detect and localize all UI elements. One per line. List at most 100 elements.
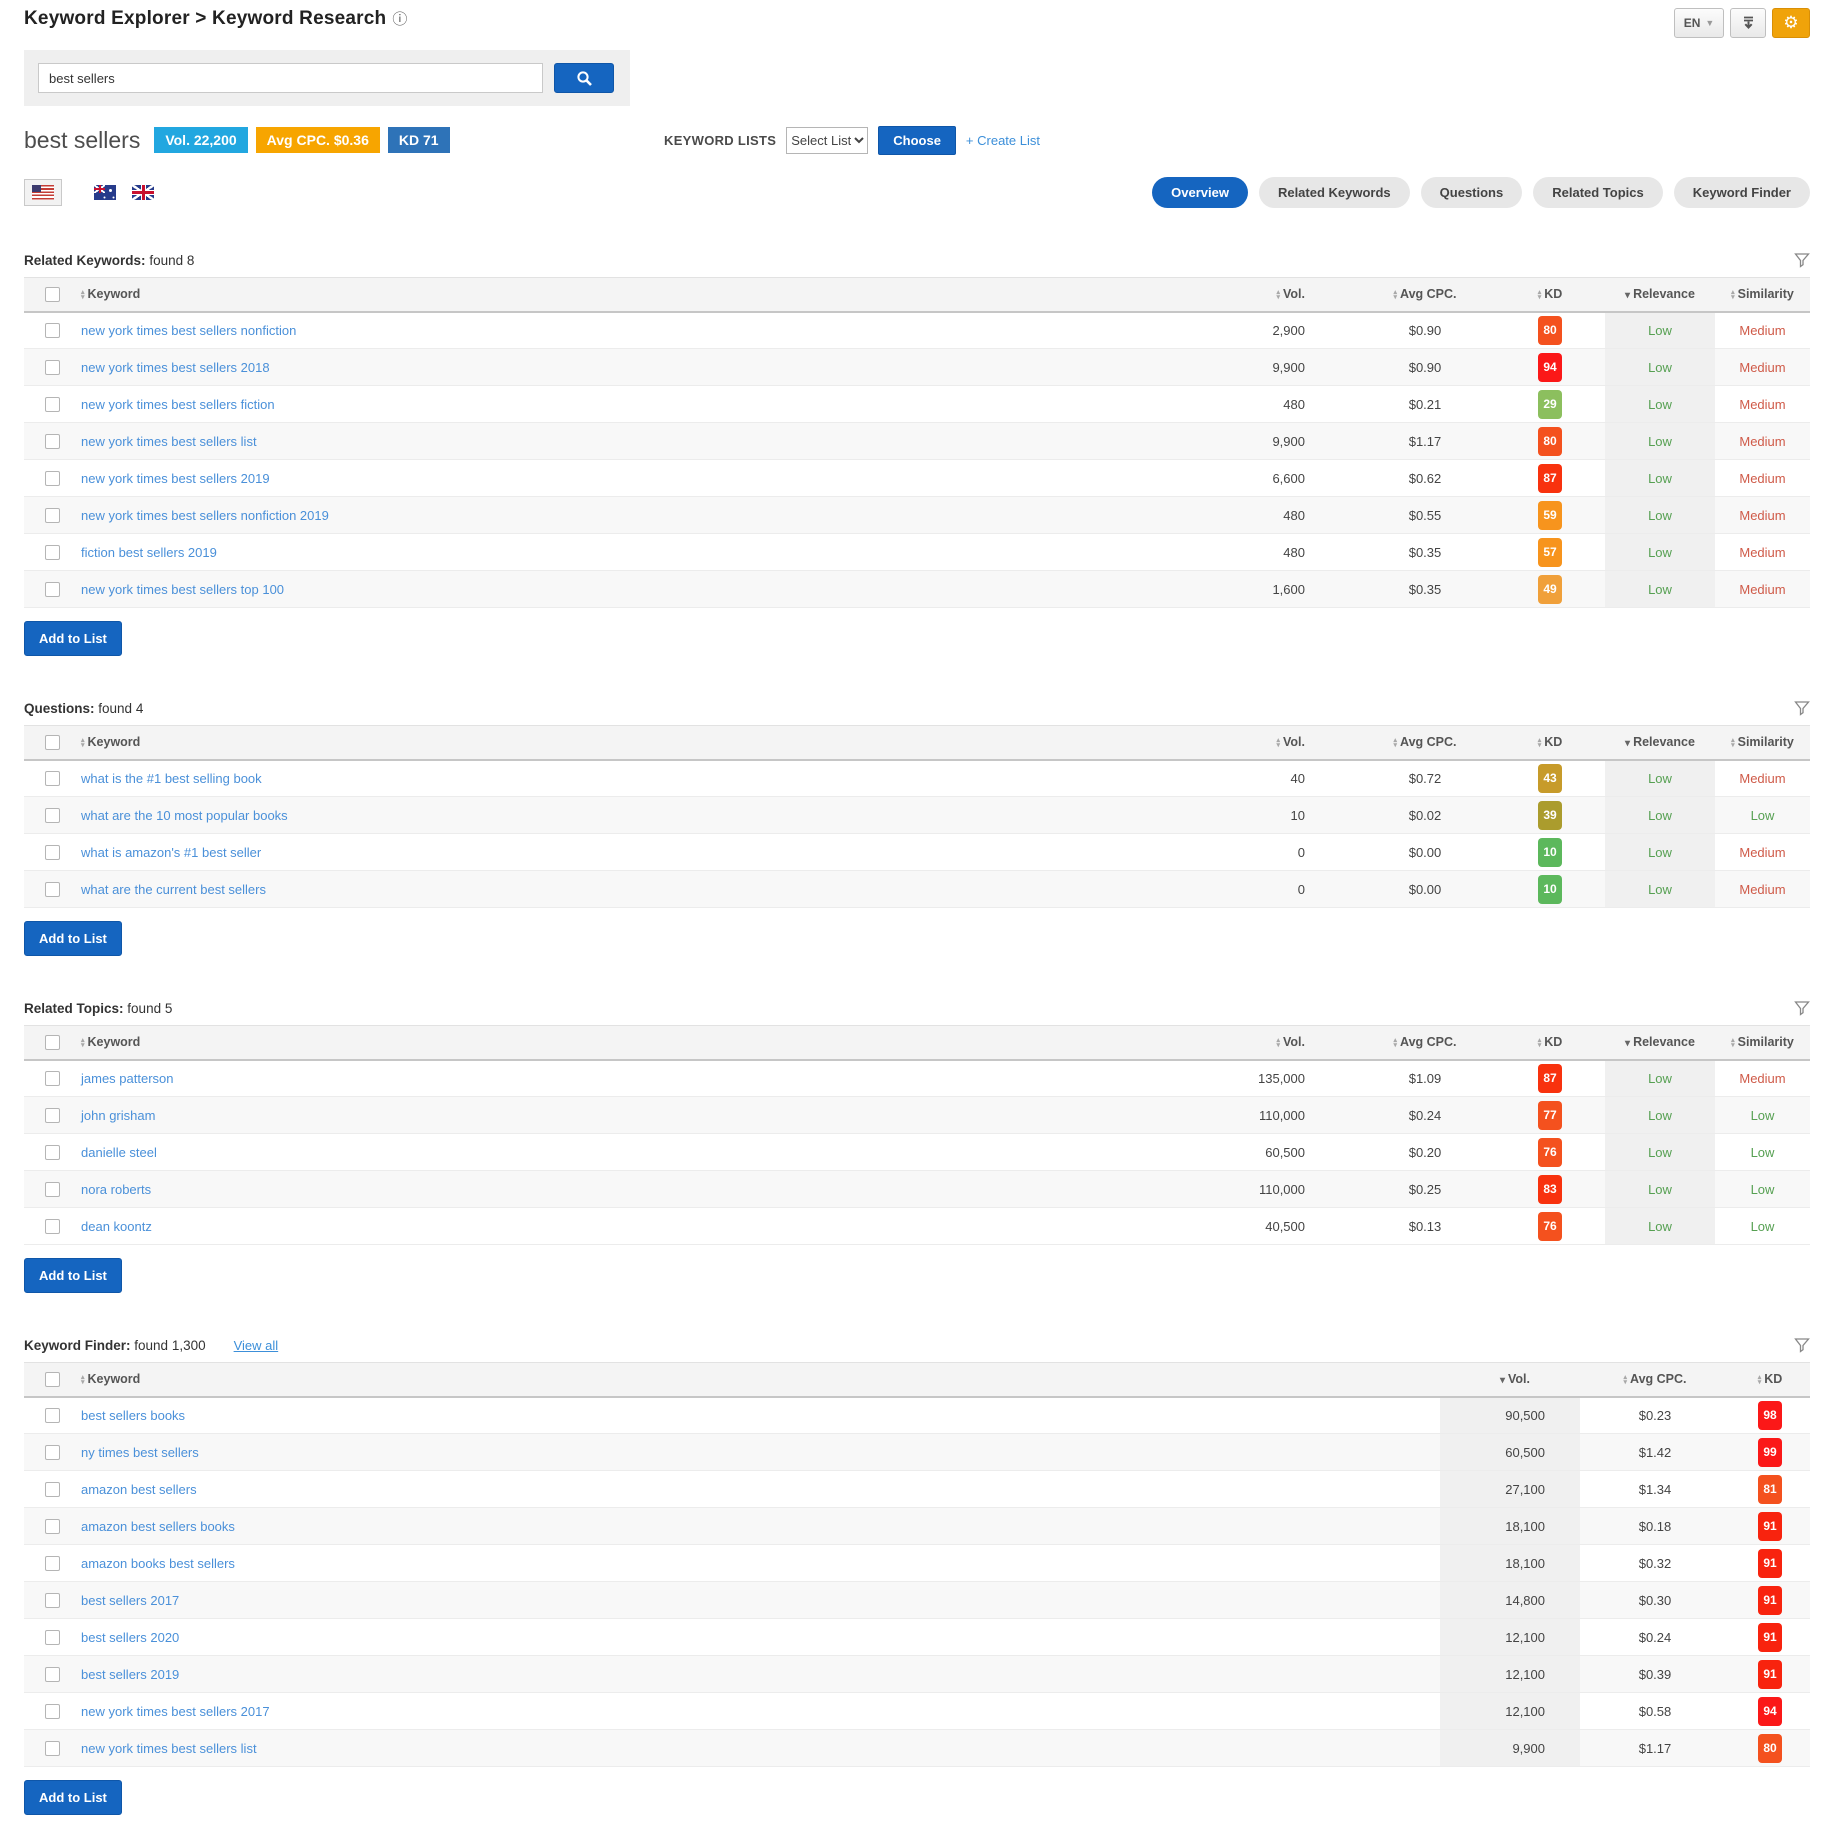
uk-flag-icon[interactable] [132,185,154,200]
language-dropdown[interactable]: EN ▼ [1674,8,1724,38]
keyword-link[interactable]: new york times best sellers 2017 [81,1704,270,1719]
row-checkbox[interactable] [45,1445,60,1460]
column-header-vol[interactable]: ▾Vol. [1440,1363,1580,1397]
column-header-relevance[interactable]: ▾Relevance [1605,278,1715,312]
keyword-link[interactable]: new york times best sellers list [81,1741,257,1756]
select-all-checkbox[interactable] [45,287,60,302]
row-checkbox[interactable] [45,1556,60,1571]
column-header-kd[interactable]: ▴▾KD [1730,1363,1810,1397]
column-header-kd[interactable]: ▴▾KD [1495,1026,1605,1060]
column-header-kd[interactable]: ▴▾KD [1495,278,1605,312]
settings-button[interactable]: ⚙ [1772,8,1810,38]
column-header-keyword[interactable]: ▴▾Keyword [80,1026,1175,1060]
row-checkbox[interactable] [45,582,60,597]
keyword-link[interactable]: john grisham [81,1108,155,1123]
filter-icon[interactable] [1794,252,1810,268]
add-to-list-button[interactable]: Add to List [24,621,122,656]
row-checkbox[interactable] [45,1704,60,1719]
row-checkbox[interactable] [45,1108,60,1123]
keyword-list-select[interactable]: Select List [786,127,868,154]
row-checkbox[interactable] [45,1071,60,1086]
select-all-checkbox[interactable] [45,735,60,750]
row-checkbox[interactable] [45,1593,60,1608]
keyword-link[interactable]: best sellers 2020 [81,1630,179,1645]
filter-icon[interactable] [1794,1337,1810,1353]
column-header-similarity[interactable]: ▴▾Similarity [1715,726,1810,760]
column-header-vol[interactable]: ▴▾Vol. [1175,278,1355,312]
column-header-avgcpc[interactable]: ▴▾Avg CPC. [1355,726,1495,760]
column-header-avgcpc[interactable]: ▴▾Avg CPC. [1355,1026,1495,1060]
column-header-keyword[interactable]: ▴▾Keyword [80,278,1175,312]
row-checkbox[interactable] [45,1182,60,1197]
keyword-link[interactable]: new york times best sellers nonfiction [81,323,296,338]
keyword-link[interactable]: new york times best sellers fiction [81,397,275,412]
row-checkbox[interactable] [45,545,60,560]
filter-icon[interactable] [1794,700,1810,716]
row-checkbox[interactable] [45,434,60,449]
keyword-link[interactable]: amazon best sellers [81,1482,197,1497]
column-header-avgcpc[interactable]: ▴▾Avg CPC. [1355,278,1495,312]
keyword-link[interactable]: james patterson [81,1071,174,1086]
add-to-list-button[interactable]: Add to List [24,1780,122,1815]
info-icon[interactable]: ⓘ [392,8,407,29]
column-header-similarity[interactable]: ▴▾Similarity [1715,278,1810,312]
search-button[interactable] [554,63,614,93]
keyword-link[interactable]: new york times best sellers list [81,434,257,449]
column-header-keyword[interactable]: ▴▾Keyword [80,726,1175,760]
row-checkbox[interactable] [45,1219,60,1234]
row-checkbox[interactable] [45,845,60,860]
row-checkbox[interactable] [45,882,60,897]
keyword-link[interactable]: what are the current best sellers [81,882,266,897]
row-checkbox[interactable] [45,1519,60,1534]
tab-overview[interactable]: Overview [1152,177,1248,208]
column-header-vol[interactable]: ▴▾Vol. [1175,726,1355,760]
keyword-link[interactable]: new york times best sellers 2019 [81,471,270,486]
row-checkbox[interactable] [45,1741,60,1756]
keyword-link[interactable]: amazon books best sellers [81,1556,235,1571]
download-button[interactable] [1730,8,1766,38]
keyword-link[interactable]: what is amazon's #1 best seller [81,845,261,860]
create-list-link[interactable]: + Create List [966,133,1040,148]
country-us-selected[interactable] [24,179,62,206]
australia-flag-icon[interactable] [94,185,116,200]
keyword-link[interactable]: best sellers books [81,1408,185,1423]
row-checkbox[interactable] [45,397,60,412]
column-header-avgcpc[interactable]: ▴▾Avg CPC. [1580,1363,1730,1397]
row-checkbox[interactable] [45,808,60,823]
add-to-list-button[interactable]: Add to List [24,921,122,956]
keyword-link[interactable]: what are the 10 most popular books [81,808,288,823]
keyword-link[interactable]: new york times best sellers nonfiction 2… [81,508,329,523]
keyword-link[interactable]: what is the #1 best selling book [81,771,262,786]
row-checkbox[interactable] [45,508,60,523]
select-all-checkbox[interactable] [45,1372,60,1387]
row-checkbox[interactable] [45,360,60,375]
column-header-similarity[interactable]: ▴▾Similarity [1715,1026,1810,1060]
tab-related-topics[interactable]: Related Topics [1533,177,1663,208]
search-input[interactable] [38,63,543,93]
column-header-kd[interactable]: ▴▾KD [1495,726,1605,760]
choose-button[interactable]: Choose [878,126,956,155]
keyword-link[interactable]: new york times best sellers top 100 [81,582,284,597]
keyword-link[interactable]: amazon best sellers books [81,1519,235,1534]
keyword-link[interactable]: new york times best sellers 2018 [81,360,270,375]
column-header-relevance[interactable]: ▾Relevance [1605,1026,1715,1060]
keyword-link[interactable]: fiction best sellers 2019 [81,545,217,560]
add-to-list-button[interactable]: Add to List [24,1258,122,1293]
filter-icon[interactable] [1794,1000,1810,1016]
keyword-link[interactable]: dean koontz [81,1219,152,1234]
tab-questions[interactable]: Questions [1421,177,1523,208]
row-checkbox[interactable] [45,1667,60,1682]
row-checkbox[interactable] [45,323,60,338]
row-checkbox[interactable] [45,471,60,486]
tab-related-keywords[interactable]: Related Keywords [1259,177,1410,208]
column-header-relevance[interactable]: ▾Relevance [1605,726,1715,760]
row-checkbox[interactable] [45,1482,60,1497]
keyword-link[interactable]: best sellers 2019 [81,1667,179,1682]
column-header-keyword[interactable]: ▴▾Keyword [80,1363,1440,1397]
row-checkbox[interactable] [45,771,60,786]
row-checkbox[interactable] [45,1630,60,1645]
keyword-link[interactable]: best sellers 2017 [81,1593,179,1608]
keyword-link[interactable]: danielle steel [81,1145,157,1160]
keyword-link[interactable]: ny times best sellers [81,1445,199,1460]
view-all-link[interactable]: View all [234,1338,279,1353]
